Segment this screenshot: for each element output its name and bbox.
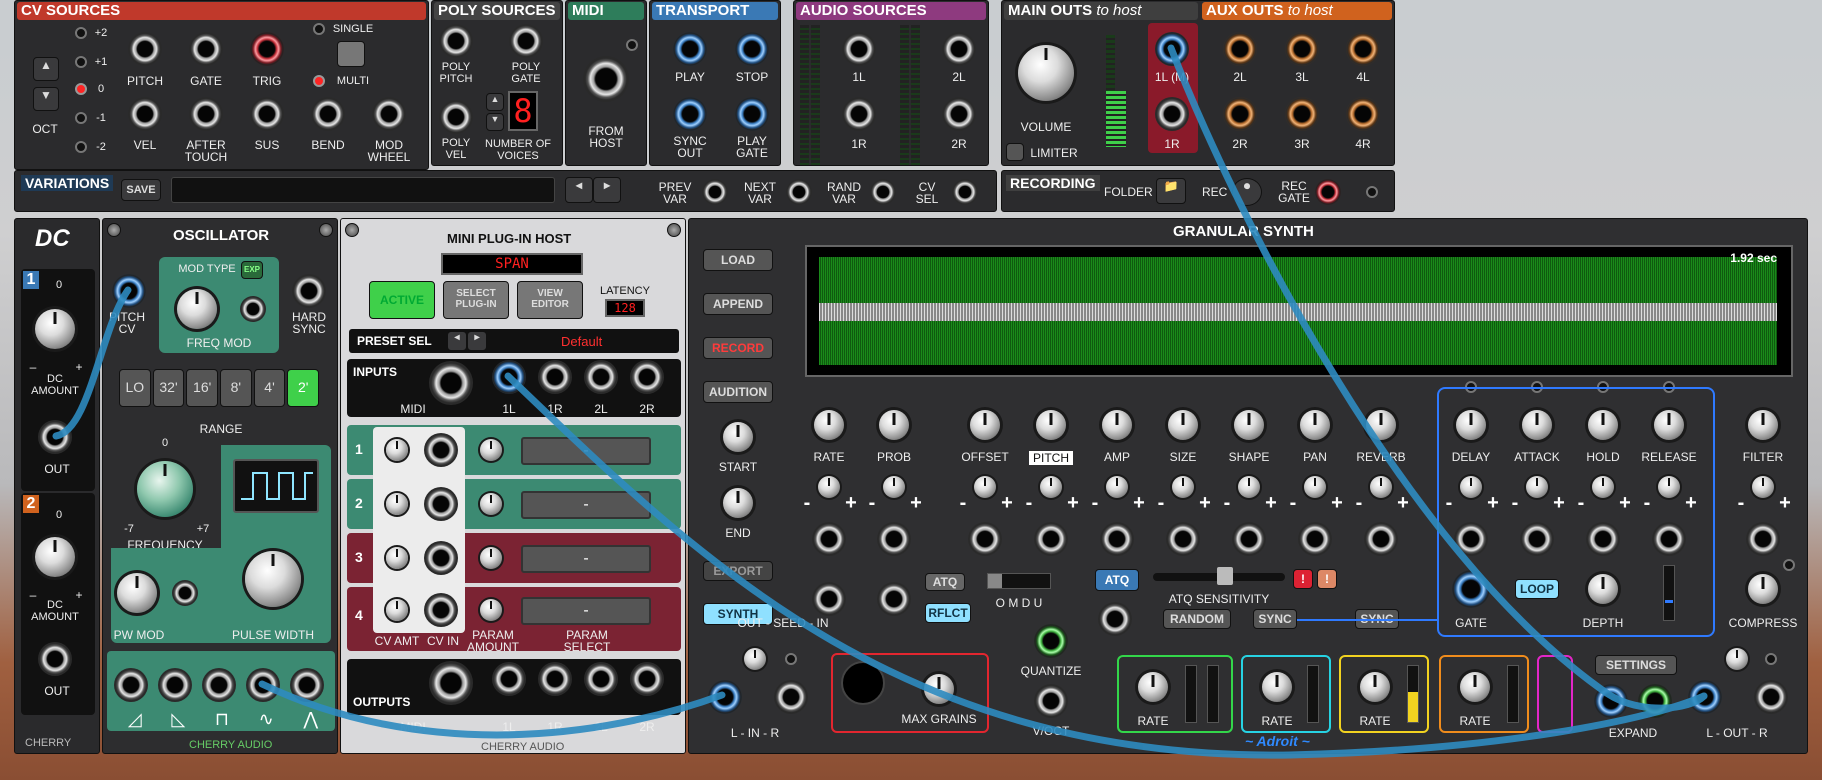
patch-cable <box>52 286 132 440</box>
patch-cables <box>52 44 1708 759</box>
patch-cable <box>1167 44 1708 712</box>
patch-cable <box>504 372 1708 759</box>
patch-cable <box>258 680 726 739</box>
